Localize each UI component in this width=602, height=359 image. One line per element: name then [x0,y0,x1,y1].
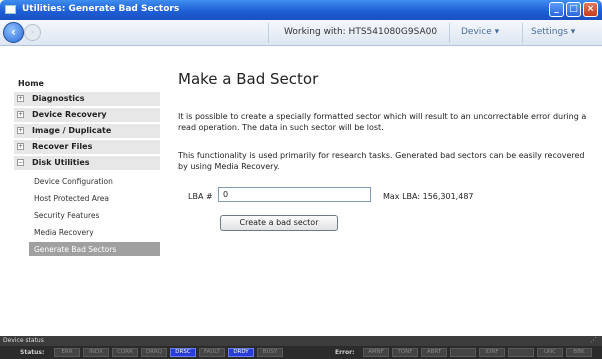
device-status-label: Device status [3,337,44,344]
window-title: Utilities: Generate Bad Sectors [22,4,180,14]
status-bar: Status: Error: ERR INDX CORR DRRQ DRSC FAULT D… [0,346,602,359]
expand-icon[interactable]: + [17,143,24,150]
status-label: Status: [20,349,45,356]
error-flag: ABRT [421,348,447,357]
error-flag: TONF [392,348,418,357]
settings-menu[interactable]: Settings ▾ [531,27,575,37]
sidebar-section-disk-utilities[interactable]: − Disk Utilities [14,156,160,171]
sidebar-item-media-recovery[interactable]: Media Recovery [34,228,94,237]
device-menu[interactable]: Device ▾ [461,27,499,37]
sidebar-section-label: Diagnostics [32,94,85,103]
create-bad-sector-button[interactable]: Create a bad sector [220,215,338,231]
status-flag: BUSY [257,348,283,357]
expand-icon[interactable]: + [17,127,24,134]
sidebar: Home + Diagnostics + Device Recovery + I… [0,46,160,336]
error-flag [450,348,476,357]
status-flag: CORR [112,348,138,357]
minimize-button[interactable]: _ [549,2,564,17]
error-flag: IDNF [479,348,505,357]
error-flag: BBK [566,348,592,357]
expand-icon[interactable]: + [17,111,24,118]
resize-grip-icon[interactable]: ⋰ [590,336,597,344]
collapse-icon[interactable]: − [17,159,24,166]
error-flag: AMNF [363,348,389,357]
toolbar-divider [268,23,269,43]
status-flag: DRRQ [141,348,167,357]
device-status-header: Device status ⋰ [0,336,602,346]
page-title: Make a Bad Sector [178,70,319,88]
status-flag: FAULT [199,348,225,357]
sidebar-section-device-recovery[interactable]: + Device Recovery [14,108,160,123]
toolbar-divider [449,23,450,43]
sidebar-item-generate-bad-sectors[interactable]: Generate Bad Sectors [29,242,160,256]
toolbar: ‹ › Working with: HTS541080G9SA00 Device… [0,20,602,46]
lba-input[interactable]: 0 [218,187,371,202]
sidebar-section-label: Device Recovery [32,110,107,119]
title-bar: Utilities: Generate Bad Sectors _ □ × [0,0,602,20]
back-arrow-icon[interactable]: ‹ [3,22,24,43]
error-flag [508,348,534,357]
expand-icon[interactable]: + [17,95,24,102]
status-flag: INDX [83,348,109,357]
sidebar-section-label: Disk Utilities [32,158,90,167]
maximize-button[interactable]: □ [566,2,581,17]
sidebar-section-label: Image / Duplicate [32,126,112,135]
sidebar-section-image-duplicate[interactable]: + Image / Duplicate [14,124,160,139]
error-label: Error: [335,349,355,356]
toolbar-divider [522,23,523,43]
sidebar-section-diagnostics[interactable]: + Diagnostics [14,92,160,107]
status-flag: DRSC [170,348,196,357]
sidebar-section-label: Recover Files [32,142,93,151]
description-paragraph: It is possible to create a specially for… [178,112,587,132]
app-icon [5,5,16,14]
error-flag: UNC [537,348,563,357]
sidebar-item-security-features[interactable]: Security Features [34,211,99,220]
sidebar-item-device-configuration[interactable]: Device Configuration [34,177,113,186]
status-flag: DRDY [228,348,254,357]
status-flag: ERR [54,348,80,357]
usage-paragraph: This functionality is used primarily for… [178,151,585,171]
sidebar-item-home[interactable]: Home [18,79,44,88]
max-lba-text: Max LBA: 156,301,487 [383,192,474,201]
forward-arrow-icon[interactable]: › [24,24,41,41]
close-button[interactable]: × [583,2,598,17]
lba-label: LBA # [188,192,213,201]
sidebar-item-host-protected-area[interactable]: Host Protected Area [34,194,109,203]
working-with-device: Working with: HTS541080G9SA00 [284,27,438,37]
sidebar-section-recover-files[interactable]: + Recover Files [14,140,160,155]
